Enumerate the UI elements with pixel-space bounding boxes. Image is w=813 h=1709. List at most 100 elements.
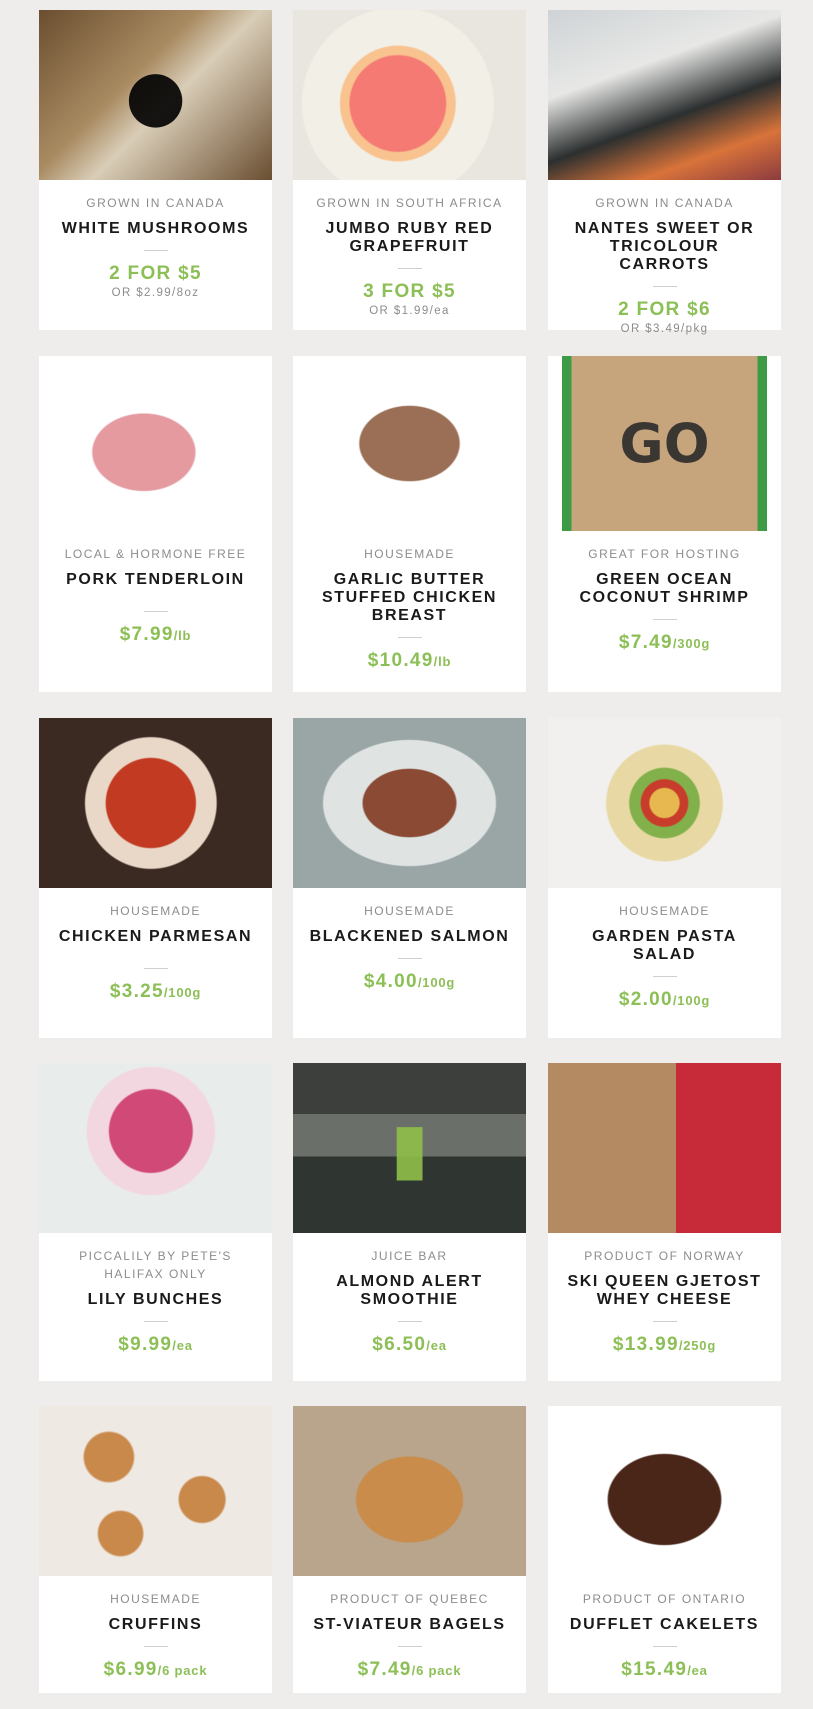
price-value: $4.00: [363, 971, 418, 992]
product-origin: PRODUCT OF QUEBEC: [330, 1592, 489, 1606]
alt-price-unit: /8oz: [172, 287, 200, 299]
product-photo[interactable]: [293, 356, 526, 531]
product-photo[interactable]: [39, 1063, 272, 1233]
product-origin: LOCAL & HORMONE FREE: [64, 547, 247, 561]
price-unit: /6 pack: [411, 1663, 462, 1678]
product-name[interactable]: NANTES SWEET OR TRICOLOUR CARROTS: [562, 220, 767, 274]
product-origin: GREAT FOR HOSTING: [588, 547, 741, 561]
product-price: $6.50/ea: [293, 1334, 526, 1357]
divider: [652, 976, 677, 977]
product-card[interactable]: HOUSEMADE CRUFFINS $6.99/6 pack: [39, 1406, 272, 1693]
price-value: $7.99: [119, 624, 174, 645]
alt-price-value: OR $2.99: [111, 287, 173, 299]
price-unit: /100g: [417, 975, 456, 990]
product-price: 2 FOR $5: [39, 263, 272, 285]
divider: [143, 1646, 168, 1647]
product-card[interactable]: HOUSEMADE CHICKEN PARMESAN $3.25/100g: [39, 718, 272, 1038]
price-value: $6.50: [372, 1334, 427, 1355]
product-name[interactable]: LILY BUNCHES: [53, 1291, 258, 1309]
product-photo[interactable]: [39, 1406, 272, 1576]
mushroom-icon: ●: [124, 54, 187, 136]
product-photo[interactable]: [548, 1063, 781, 1233]
product-name[interactable]: ALMOND ALERT SMOOTHIE: [307, 1273, 512, 1309]
product-origin: PRODUCT OF NORWAY: [584, 1249, 745, 1263]
product-price: $10.49/lb: [293, 650, 526, 673]
price-value: 2 FOR $6: [618, 299, 711, 320]
alt-price-value: OR $3.49: [620, 323, 682, 335]
product-card[interactable]: PRODUCT OF QUEBEC ST-VIATEUR BAGELS $7.4…: [293, 1406, 526, 1693]
product-card[interactable]: PICCALILY BY PETE'S HALIFAX ONLY LILY BU…: [39, 1063, 272, 1381]
shrimp-box-icon: GO: [619, 411, 710, 475]
divider: [652, 286, 677, 287]
price-unit: /250g: [678, 1338, 717, 1353]
product-origin: HOUSEMADE: [364, 547, 455, 561]
product-name[interactable]: GARDEN PASTA SALAD: [562, 928, 767, 964]
product-name[interactable]: DUFFLET CAKELETS: [562, 1616, 767, 1634]
product-card[interactable]: GO GREAT FOR HOSTING GREEN OCEAN COCONUT…: [548, 356, 781, 692]
product-price: 2 FOR $6: [548, 299, 781, 321]
product-photo[interactable]: ●: [39, 10, 272, 180]
price-value: $10.49: [367, 650, 434, 671]
divider: [397, 958, 422, 959]
product-card[interactable]: LOCAL & HORMONE FREE PORK TENDERLOIN $7.…: [39, 356, 272, 692]
product-photo[interactable]: [39, 356, 272, 531]
price-value: 2 FOR $5: [109, 263, 202, 284]
product-origin: HOUSEMADE: [110, 904, 201, 918]
price-value: $13.99: [612, 1334, 679, 1355]
divider: [143, 250, 168, 251]
alternate-price: OR $1.99/ea: [293, 305, 526, 317]
price-value: $2.00: [618, 989, 673, 1010]
divider: [652, 1646, 677, 1647]
product-photo[interactable]: [548, 10, 781, 180]
divider: [397, 1321, 422, 1322]
product-origin: GROWN IN CANADA: [595, 196, 734, 210]
product-name[interactable]: BLACKENED SALMON: [307, 928, 512, 946]
product-origin: GROWN IN CANADA: [86, 196, 225, 210]
product-name[interactable]: CRUFFINS: [53, 1616, 258, 1634]
product-card[interactable]: GROWN IN CANADA NANTES SWEET OR TRICOLOU…: [548, 10, 781, 335]
product-card[interactable]: ● GROWN IN CANADA WHITE MUSHROOMS 2 FOR …: [39, 10, 272, 330]
price-unit: /lb: [173, 628, 192, 643]
product-price: $3.25/100g: [39, 981, 272, 1004]
product-card[interactable]: HOUSEMADE BLACKENED SALMON $4.00/100g: [293, 718, 526, 1038]
product-card[interactable]: PRODUCT OF ONTARIO DUFFLET CAKELETS $15.…: [548, 1406, 781, 1693]
product-photo[interactable]: [293, 10, 526, 180]
alt-price-unit: /ea: [429, 305, 450, 317]
product-grid: ● GROWN IN CANADA WHITE MUSHROOMS 2 FOR …: [0, 0, 813, 1709]
product-name[interactable]: CHICKEN PARMESAN: [53, 928, 258, 946]
product-origin: HOUSEMADE: [619, 904, 710, 918]
product-price: $7.99/lb: [39, 624, 272, 647]
product-origin: GROWN IN SOUTH AFRICA: [316, 196, 503, 210]
product-name[interactable]: ST-VIATEUR BAGELS: [307, 1616, 512, 1634]
product-card[interactable]: ▮ JUICE BAR ALMOND ALERT SMOOTHIE $6.50/…: [293, 1063, 526, 1381]
product-card[interactable]: PRODUCT OF NORWAY SKI QUEEN GJETOST WHEY…: [548, 1063, 781, 1381]
cup-icon: ▮: [390, 1107, 429, 1189]
product-photo[interactable]: GO: [548, 356, 781, 531]
product-name[interactable]: GARLIC BUTTER STUFFED CHICKEN BREAST: [307, 571, 512, 625]
product-name[interactable]: GREEN OCEAN COCONUT SHRIMP: [562, 571, 767, 607]
price-unit: /ea: [426, 1338, 447, 1353]
product-name[interactable]: SKI QUEEN GJETOST WHEY CHEESE: [562, 1273, 767, 1309]
product-card[interactable]: HOUSEMADE GARDEN PASTA SALAD $2.00/100g: [548, 718, 781, 1038]
divider: [652, 619, 677, 620]
product-price: $7.49/6 pack: [293, 1659, 526, 1682]
price-unit: /ea: [172, 1338, 193, 1353]
product-photo[interactable]: [293, 1406, 526, 1576]
divider: [397, 637, 422, 638]
alt-price-value: OR $1.99: [369, 305, 430, 317]
product-card[interactable]: HOUSEMADE GARLIC BUTTER STUFFED CHICKEN …: [293, 356, 526, 692]
price-value: $7.49: [357, 1659, 412, 1680]
product-photo[interactable]: [293, 718, 526, 888]
product-card[interactable]: GROWN IN SOUTH AFRICA JUMBO RUBY RED GRA…: [293, 10, 526, 330]
product-name[interactable]: PORK TENDERLOIN: [53, 571, 258, 589]
product-photo[interactable]: ▮: [293, 1063, 526, 1233]
product-photo[interactable]: [548, 1406, 781, 1576]
price-unit: /6 pack: [157, 1663, 208, 1678]
product-photo[interactable]: [548, 718, 781, 888]
price-value: $7.49: [618, 632, 673, 653]
product-name[interactable]: JUMBO RUBY RED GRAPEFRUIT: [307, 220, 512, 256]
product-photo[interactable]: [39, 718, 272, 888]
price-value: $15.49: [621, 1659, 688, 1680]
price-unit: /lb: [433, 654, 452, 669]
product-name[interactable]: WHITE MUSHROOMS: [53, 220, 258, 238]
